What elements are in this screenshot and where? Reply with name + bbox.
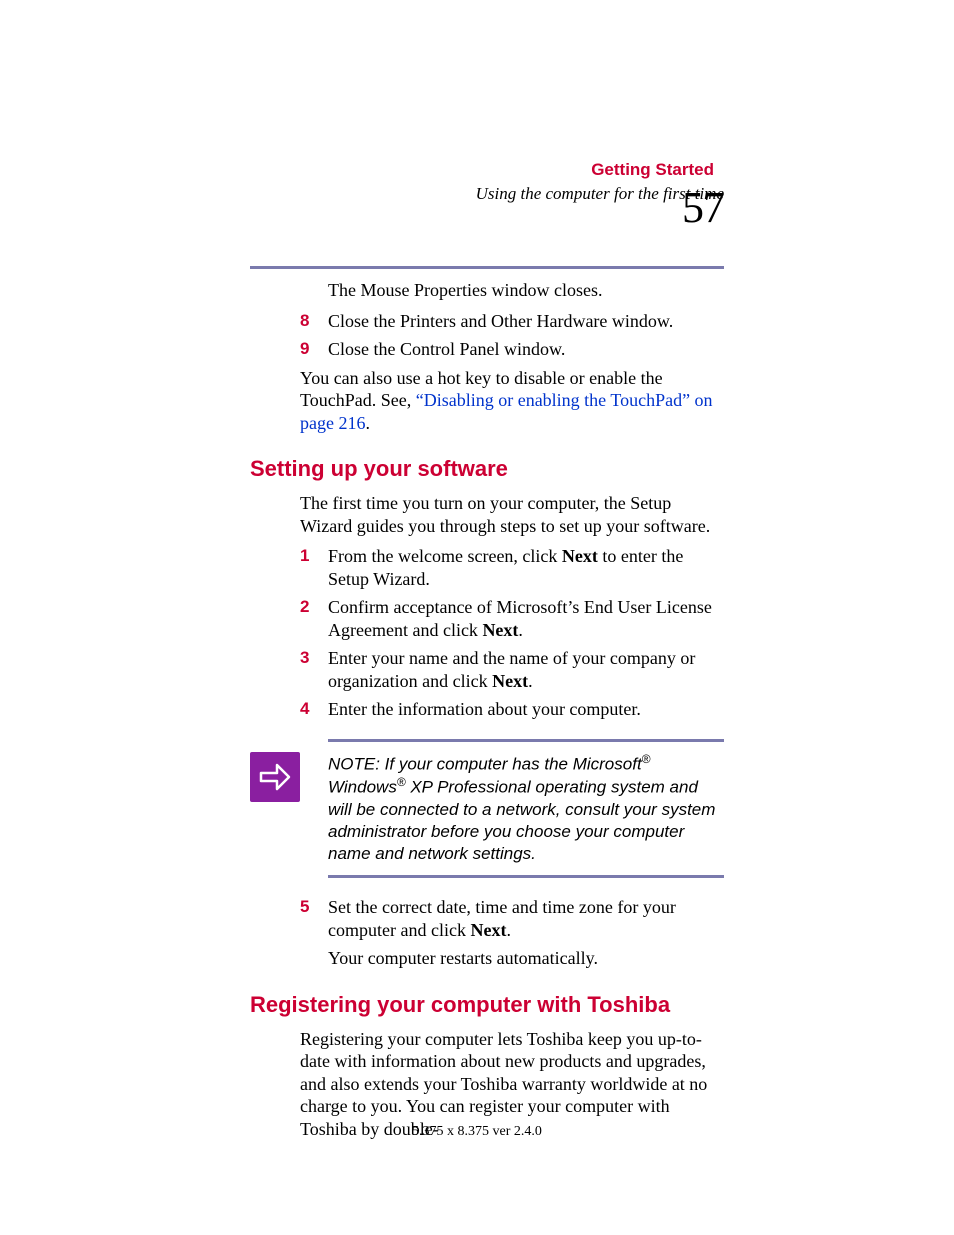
ui-label-bold: Next: [470, 920, 506, 940]
step-number: 2: [300, 596, 328, 617]
ui-label-bold: Next: [482, 620, 518, 640]
body-paragraph: You can also use a hot key to disable or…: [300, 367, 724, 435]
step-text: From the welcome screen, click Next to e…: [328, 545, 724, 590]
text-run: .: [528, 671, 533, 691]
step-text: Enter your name and the name of your com…: [328, 647, 724, 692]
step-row: 9 Close the Control Panel window.: [300, 338, 724, 361]
registered-mark: ®: [397, 775, 406, 789]
registered-mark: ®: [642, 752, 651, 766]
step-row: 1 From the welcome screen, click Next to…: [300, 545, 724, 590]
text-run: Windows: [328, 778, 397, 797]
document-page: 57 Getting Started Using the computer fo…: [0, 0, 954, 1235]
ui-label-bold: Next: [492, 671, 528, 691]
text-run: .: [365, 413, 370, 433]
note-divider-bottom: [328, 875, 724, 878]
footer-version: 5.375 x 8.375 ver 2.4.0: [0, 1124, 954, 1140]
section-heading: Registering your computer with Toshiba: [250, 992, 724, 1018]
text-run: NOTE: If your computer has the Microsoft: [328, 754, 642, 773]
step-row: 3 Enter your name and the name of your c…: [300, 647, 724, 692]
step-number: 1: [300, 545, 328, 566]
note-block: NOTE: If your computer has the Microsoft…: [250, 739, 724, 879]
body-line: Your computer restarts automatically.: [300, 947, 724, 970]
ui-label-bold: Next: [562, 546, 598, 566]
note-divider-top: [328, 739, 724, 742]
text-run: From the welcome screen, click: [328, 546, 562, 566]
chapter-title: Getting Started: [591, 160, 714, 180]
note-hand-icon: [250, 752, 300, 802]
header-divider: [250, 266, 724, 269]
section-intro: The first time you turn on your computer…: [300, 492, 724, 537]
step-text: Set the correct date, time and time zone…: [328, 896, 724, 941]
text-run: Enter the information about your compute…: [328, 699, 641, 719]
step-text: Close the Printers and Other Hardware wi…: [328, 310, 673, 333]
text-run: .: [518, 620, 523, 640]
page-body: The Mouse Properties window closes. 8 Cl…: [250, 275, 724, 1148]
step-number: 8: [300, 310, 328, 331]
step-text: Enter the information about your compute…: [328, 698, 641, 721]
step-text: Close the Control Panel window.: [328, 338, 565, 361]
step-row: 4 Enter the information about your compu…: [300, 698, 724, 721]
step-number: 9: [300, 338, 328, 359]
section-heading: Setting up your software: [250, 456, 724, 482]
note-text: NOTE: If your computer has the Microsoft…: [328, 752, 724, 866]
step-row: 2 Confirm acceptance of Microsoft’s End …: [300, 596, 724, 641]
running-header: Getting Started Using the computer for t…: [250, 190, 724, 230]
step-number: 5: [300, 896, 328, 917]
step-number: 3: [300, 647, 328, 668]
step-row: 8 Close the Printers and Other Hardware …: [300, 310, 724, 333]
text-run: .: [506, 920, 511, 940]
step-row: 5 Set the correct date, time and time zo…: [300, 896, 724, 941]
body-line: The Mouse Properties window closes.: [328, 279, 724, 302]
step-text: Confirm acceptance of Microsoft’s End Us…: [328, 596, 724, 641]
step-number: 4: [300, 698, 328, 719]
section-subtitle: Using the computer for the first time: [250, 184, 724, 204]
